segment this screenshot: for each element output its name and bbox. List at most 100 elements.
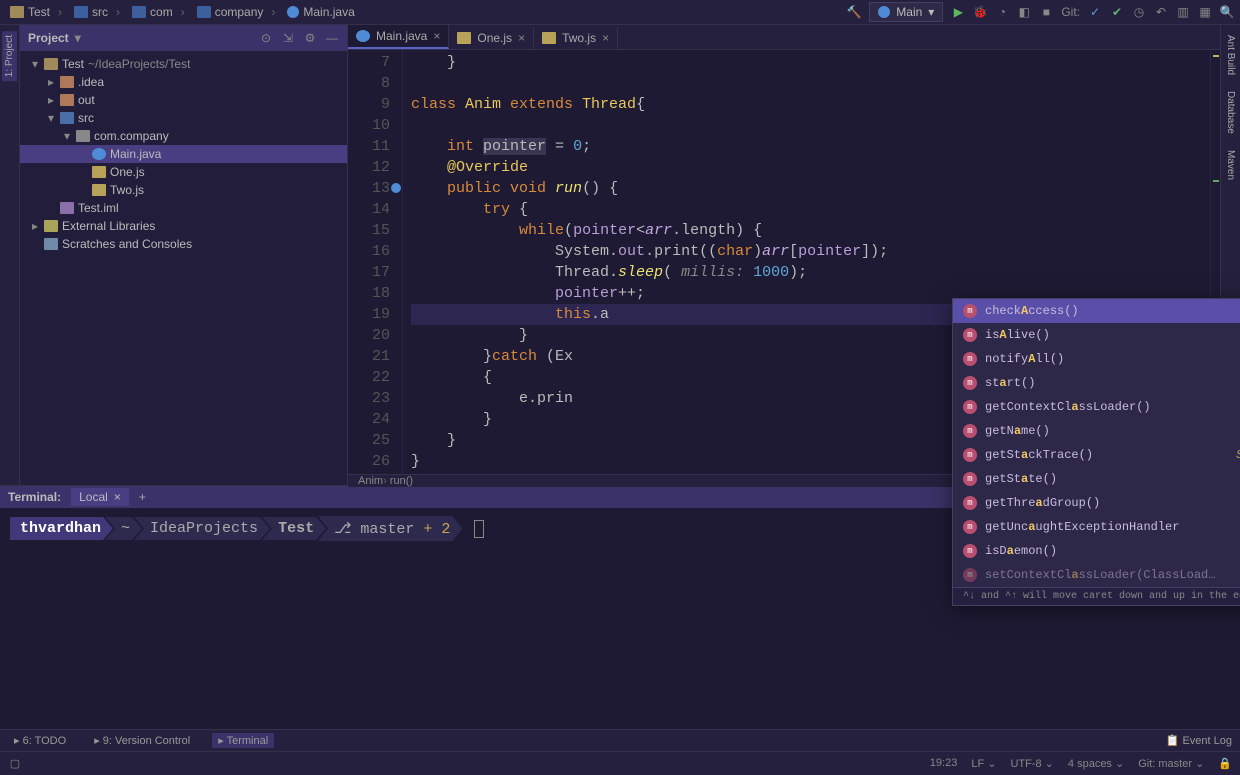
git-commit-icon[interactable]: ✔	[1110, 5, 1124, 19]
completion-item[interactable]: mgetUncaughtExceptionHandlerUncaught…	[953, 515, 1240, 539]
profile-icon[interactable]: ◧	[1017, 5, 1031, 19]
code-line[interactable]: @Override	[411, 157, 1210, 178]
git-branch[interactable]: Git: master ⌄	[1138, 757, 1204, 770]
completion-item[interactable]: mgetThreadGroup()ThreadGroup	[953, 491, 1240, 515]
line-number[interactable]: 8	[348, 73, 390, 94]
build-icon[interactable]: 🔨	[847, 5, 861, 19]
code-line[interactable]	[411, 73, 1210, 94]
editor-tab[interactable]: Two.js×	[534, 27, 618, 49]
line-number[interactable]: 26	[348, 451, 390, 472]
line-ending[interactable]: LF ⌄	[971, 757, 996, 770]
toolbar-icon[interactable]: ▦	[1198, 5, 1212, 19]
breadcrumb-item[interactable]: src	[70, 5, 128, 19]
new-terminal-icon[interactable]: +	[139, 490, 146, 504]
tree-item[interactable]: One.js	[20, 163, 347, 181]
gear-icon[interactable]: ⚙	[303, 31, 317, 45]
line-number[interactable]: 21	[348, 346, 390, 367]
line-number[interactable]: 17	[348, 262, 390, 283]
breadcrumb-item[interactable]: com	[128, 5, 193, 19]
completion-item[interactable]: misDaemon()boolean	[953, 539, 1240, 563]
terminal-tab[interactable]: Local ×	[71, 488, 129, 506]
completion-item[interactable]: msetContextClassLoader(ClassLoad…void	[953, 563, 1240, 587]
line-number[interactable]: 18	[348, 283, 390, 304]
code-line[interactable]: class Anim extends Thread{	[411, 94, 1210, 115]
line-number[interactable]: 19	[348, 304, 390, 325]
completion-item[interactable]: mcheckAccess()void	[953, 299, 1240, 323]
dropdown-icon[interactable]: ▾	[75, 31, 81, 45]
line-number[interactable]: 25	[348, 430, 390, 451]
editor-tab[interactable]: Main.java×	[348, 25, 449, 49]
code-line[interactable]: Thread.sleep( millis: 1000);	[411, 262, 1210, 283]
expand-icon[interactable]: ▸	[30, 219, 40, 233]
completion-item[interactable]: mgetName()String	[953, 419, 1240, 443]
expand-icon[interactable]: ▾	[62, 129, 72, 143]
line-number[interactable]: 10	[348, 115, 390, 136]
git-update-icon[interactable]: ✓	[1088, 5, 1102, 19]
breadcrumb-class[interactable]: Anim	[358, 475, 383, 487]
event-log-button[interactable]: 📋 Event Log	[1166, 734, 1232, 747]
locate-icon[interactable]: ⊙	[259, 31, 273, 45]
expand-icon[interactable]: ▸	[46, 75, 56, 89]
coverage-icon[interactable]: ◔	[995, 5, 1009, 19]
code-line[interactable]: int pointer = 0;	[411, 136, 1210, 157]
tree-item[interactable]: Test.iml	[20, 199, 347, 217]
editor-tab[interactable]: One.js×	[449, 27, 534, 49]
breadcrumb-item[interactable]: Main.java	[283, 5, 358, 19]
line-number[interactable]: 20	[348, 325, 390, 346]
toolbar-icon[interactable]: ▥	[1176, 5, 1190, 19]
code-line[interactable]: while(pointer<arr.length) {	[411, 220, 1210, 241]
line-number[interactable]: 22	[348, 367, 390, 388]
code-line[interactable]: public void run() {	[411, 178, 1210, 199]
tree-item[interactable]: ▾com.company	[20, 127, 347, 145]
ant-tool-tab[interactable]: Ant Build	[1223, 31, 1238, 79]
completion-item[interactable]: mgetState()State	[953, 467, 1240, 491]
git-history-icon[interactable]: ◷	[1132, 5, 1146, 19]
close-icon[interactable]: ×	[114, 490, 121, 504]
code-line[interactable]	[411, 115, 1210, 136]
run-icon[interactable]: ▶	[951, 5, 965, 19]
lock-icon[interactable]: 🔒	[1218, 757, 1232, 770]
expand-icon[interactable]: ▾	[30, 57, 40, 71]
tree-item[interactable]: Two.js	[20, 181, 347, 199]
project-tool-tab[interactable]: 1: Project	[2, 31, 17, 81]
tree-item[interactable]: ▸out	[20, 91, 347, 109]
breadcrumb-item[interactable]: company	[193, 5, 284, 19]
tool-window-button[interactable]: ▸ 9: Version Control	[88, 733, 196, 748]
line-number[interactable]: 23	[348, 388, 390, 409]
minimize-icon[interactable]: —	[325, 31, 339, 45]
completion-item[interactable]: mgetStackTrace()StackTraceElement[]	[953, 443, 1240, 467]
run-config-selector[interactable]: Main ▾	[869, 2, 943, 22]
breadcrumb-item[interactable]: Test	[6, 5, 70, 19]
close-icon[interactable]: ×	[518, 31, 525, 45]
line-number[interactable]: 14	[348, 199, 390, 220]
line-number[interactable]: 15	[348, 220, 390, 241]
completion-item[interactable]: mnotifyAll()void	[953, 347, 1240, 371]
code-line[interactable]: System.out.print((char)arr[pointer]);	[411, 241, 1210, 262]
line-number[interactable]: 9	[348, 94, 390, 115]
breadcrumb-method[interactable]: run()	[383, 475, 413, 487]
project-tree[interactable]: ▾Test ~/IdeaProjects/Test▸.idea▸out▾src▾…	[20, 51, 347, 257]
line-number[interactable]: 11	[348, 136, 390, 157]
line-number[interactable]: 13	[348, 178, 390, 199]
expand-icon[interactable]: ▸	[46, 93, 56, 107]
tool-windows-icon[interactable]: ▢	[8, 757, 22, 771]
line-number[interactable]: 24	[348, 409, 390, 430]
completion-item[interactable]: mstart()void	[953, 371, 1240, 395]
tree-item[interactable]: ▸External Libraries	[20, 217, 347, 235]
close-icon[interactable]: ×	[433, 29, 440, 43]
code-completion-popup[interactable]: mcheckAccess()voidmisAlive()booleanmnoti…	[952, 298, 1240, 606]
indent[interactable]: 4 spaces ⌄	[1068, 757, 1124, 770]
search-icon[interactable]: 🔍	[1220, 5, 1234, 19]
line-number[interactable]: 7	[348, 52, 390, 73]
database-tool-tab[interactable]: Database	[1223, 87, 1238, 138]
tree-item[interactable]: ▾Test ~/IdeaProjects/Test	[20, 55, 347, 73]
git-revert-icon[interactable]: ↶	[1154, 5, 1168, 19]
code-line[interactable]: try {	[411, 199, 1210, 220]
tool-window-button[interactable]: ▸ Terminal	[212, 733, 274, 748]
line-number[interactable]: 12	[348, 157, 390, 178]
tree-item[interactable]: ▸.idea	[20, 73, 347, 91]
stop-icon[interactable]: ■	[1039, 5, 1053, 19]
maven-tool-tab[interactable]: Maven	[1223, 146, 1238, 184]
expand-icon[interactable]: ▾	[46, 111, 56, 125]
debug-icon[interactable]: 🐞	[973, 5, 987, 19]
